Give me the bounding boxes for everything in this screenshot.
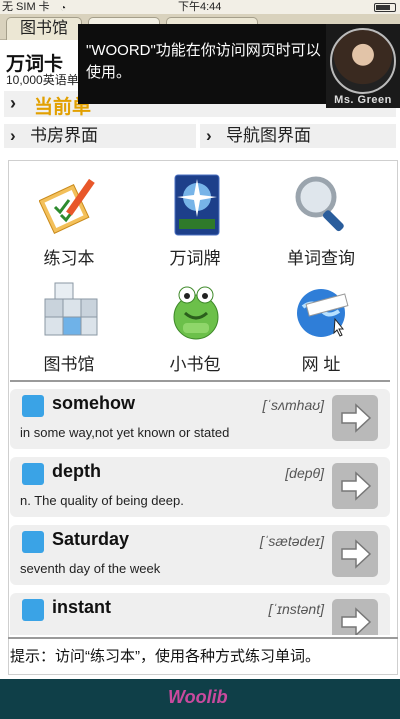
word-marker-icon — [22, 599, 44, 621]
chevron-right-icon: › — [10, 126, 16, 145]
avatar-name: Ms. Green — [334, 94, 392, 106]
grid-label: 单词查询 — [287, 249, 355, 268]
study-room-label: 书房界面 — [30, 126, 98, 145]
word-phonetic: [ˈsʌmhaʊ] — [262, 397, 324, 413]
section-divider — [10, 380, 390, 382]
word-phonetic: [depθ] — [285, 465, 324, 481]
word-definition: n. The quality of being deep. — [20, 493, 184, 508]
word-card[interactable]: instant [ˈɪnstənt] — [10, 593, 390, 635]
word-list[interactable]: somehow [ˈsʌmhaʊ] in some way,not yet kn… — [0, 385, 400, 635]
grid-item-website[interactable]: 网 址 — [261, 273, 381, 377]
grid-label: 图书馆 — [43, 355, 95, 374]
globe-icon — [297, 289, 349, 337]
navigation-map-label: 导航图界面 — [226, 126, 311, 145]
grid-label: 练习本 — [43, 249, 95, 268]
word-card[interactable]: somehow [ˈsʌmhaʊ] in some way,not yet kn… — [10, 389, 390, 449]
arrow-right-icon — [341, 539, 372, 569]
word-marker-icon — [22, 531, 44, 553]
footer-bar: Woolib — [0, 679, 400, 719]
battery-icon — [374, 3, 396, 12]
arrow-right-button[interactable] — [332, 395, 378, 441]
status-bar: 无 SIM 卡 ◔ 下午4:44 — [0, 0, 400, 14]
word-phonetic: [ˈsætədeɪ] — [259, 533, 324, 549]
word-text: instant — [52, 597, 112, 617]
library-cubes-icon — [44, 282, 98, 336]
word-card-icon — [174, 174, 220, 236]
arrow-right-icon — [341, 471, 372, 501]
chevron-right-icon: › — [10, 93, 16, 113]
arrow-right-icon — [341, 403, 372, 433]
word-phonetic: [ˈɪnstənt] — [268, 601, 324, 617]
tooltip-text: "WOORD"功能在你访问网页时可以使用。 — [86, 42, 321, 81]
word-card[interactable]: Saturday [ˈsætədeɪ] seventh day of the w… — [10, 525, 390, 585]
assistant-avatar[interactable]: Ms. Green — [326, 24, 400, 108]
word-text: depth — [52, 461, 101, 481]
word-card[interactable]: depth [depθ] n. The quality of being dee… — [10, 457, 390, 517]
grid-item-word-search[interactable]: 单词查询 — [261, 167, 381, 271]
arrow-right-button[interactable] — [332, 531, 378, 577]
backpack-icon — [173, 286, 219, 340]
carrier-label: 无 SIM 卡 — [2, 1, 50, 13]
chevron-right-icon: › — [206, 126, 212, 145]
notebook-icon — [39, 178, 95, 235]
avatar — [330, 28, 396, 94]
grid-item-notebook[interactable]: 练习本 — [9, 167, 129, 271]
word-definition: in some way,not yet known or stated — [20, 425, 230, 440]
word-definition: seventh day of the week — [20, 561, 161, 576]
grid-item-backpack[interactable]: 小书包 — [135, 273, 255, 377]
grid-item-library[interactable]: 图书馆 — [9, 273, 129, 377]
brand-logo: Woolib — [168, 687, 228, 707]
navigation-map-link[interactable]: › 导航图界面 — [200, 124, 396, 148]
grid-item-word-cards[interactable]: 万词牌 — [135, 167, 255, 271]
woord-tooltip: "WOORD"功能在你访问网页时可以使用。 — [78, 24, 328, 104]
study-room-link[interactable]: › 书房界面 — [4, 124, 196, 148]
word-text: Saturday — [52, 529, 130, 549]
tab-library[interactable]: 图书馆 — [6, 17, 82, 40]
grid-label: 万词牌 — [169, 249, 221, 268]
page-subtitle: 10,000英语单 — [6, 73, 79, 87]
word-text: somehow — [52, 393, 136, 413]
word-marker-icon — [22, 463, 44, 485]
clock: 下午4:44 — [178, 1, 222, 13]
word-marker-icon — [22, 395, 44, 417]
magnifier-icon — [295, 176, 344, 232]
arrow-right-button[interactable] — [332, 463, 378, 509]
arrow-right-icon — [341, 607, 372, 635]
grid-label: 小书包 — [169, 355, 221, 374]
grid-label: 网 址 — [301, 355, 341, 374]
hint-text: 提示：访问“练习本”，使用各种方式练习单词。 — [8, 637, 398, 675]
arrow-right-button[interactable] — [332, 599, 378, 635]
